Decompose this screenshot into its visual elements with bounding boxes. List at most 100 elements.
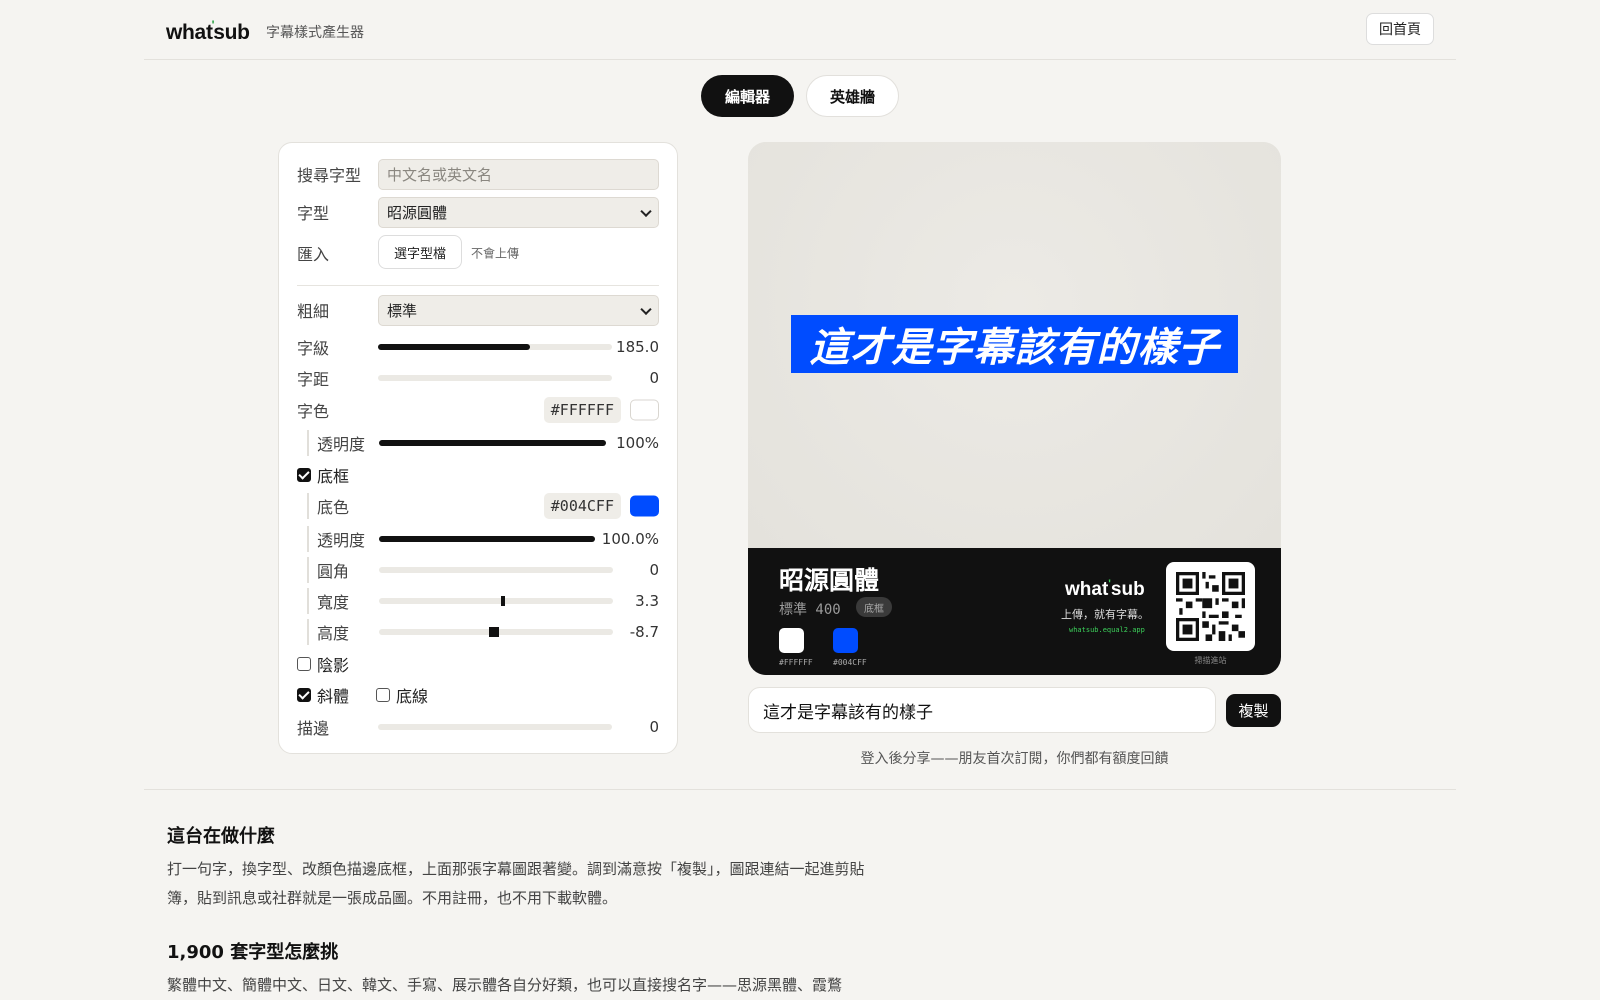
top-header: what'sub 字幕樣式產生器 回首頁 (144, 0, 1456, 60)
font-label: 字型 (297, 204, 330, 223)
indent-bar (307, 430, 309, 456)
search-label: 搜尋字型 (297, 166, 362, 185)
spacing-value: 0 (649, 369, 659, 387)
box-color-hex[interactable]: #004CFF (543, 493, 621, 519)
box-opacity-row: 透明度 100.0% (279, 524, 677, 554)
underline-label: 底線 (396, 687, 429, 706)
width-label: 寬度 (317, 593, 350, 612)
footer-font-name: 昭源圓體 (779, 566, 880, 595)
caption-box: 這才是字幕該有的樣子 (791, 315, 1238, 373)
height-label: 高度 (317, 624, 350, 643)
section-title-fonts: 1,900 套字型怎麼挑 (167, 942, 339, 963)
height-slider[interactable] (379, 627, 613, 637)
indent-bar (307, 526, 309, 552)
search-row: 搜尋字型 (279, 159, 677, 190)
section-body-what: 打一句字，換字型、改顏色描邊底框，上面那張字幕圖跟著變。調到滿意按「複製」，圖跟… (167, 860, 865, 907)
radius-value: 0 (649, 561, 659, 579)
box-row: 底框 (279, 460, 677, 490)
footer-slogan: 上傳，就有字幕。 (1061, 608, 1149, 621)
section-divider (144, 789, 1456, 790)
app-subtitle: 字幕樣式產生器 (266, 25, 364, 41)
brand-text-pre: what (166, 21, 213, 44)
size-row: 字級 185.0 (279, 332, 677, 362)
footer-badge: 底框 (856, 597, 892, 617)
footer-swatch-box-label: #004CFF (833, 658, 867, 667)
brand-logo[interactable]: what'sub (166, 18, 250, 45)
box-color-row: 底色 #004CFF (279, 491, 677, 521)
box-color-swatch[interactable] (630, 495, 659, 517)
home-button[interactable]: 回首頁 (1366, 13, 1434, 45)
brand-text-post: sub (213, 21, 250, 44)
font-select[interactable]: 昭源圓體 (378, 197, 659, 228)
caption-text-input[interactable]: 這才是字幕該有的樣子 (748, 687, 1216, 733)
height-row: 高度 -8.7 (279, 617, 677, 647)
stroke-slider[interactable] (378, 724, 612, 730)
stroke-value: 0 (649, 718, 659, 736)
size-slider[interactable] (378, 344, 612, 350)
radius-row: 圓角 0 (279, 555, 677, 585)
weight-select[interactable]: 標準 (378, 295, 659, 326)
box-color-label: 底色 (317, 498, 350, 517)
shadow-label: 陰影 (317, 656, 350, 675)
box-opacity-value: 100.0% (601, 530, 659, 548)
spacing-slider[interactable] (378, 375, 612, 381)
import-hint: 不會上傳 (471, 246, 520, 261)
style-row: 斜體 底線 (279, 680, 677, 710)
section-title-what: 這台在做什麼 (167, 826, 275, 847)
height-slider-knob[interactable] (488, 627, 499, 637)
indent-bar (307, 588, 309, 614)
box-label: 底框 (317, 467, 350, 486)
footer-url: whatsub.equal2.app (1069, 626, 1145, 634)
width-slider-knob[interactable] (500, 596, 505, 606)
font-row: 字型 昭源圓體 (279, 197, 677, 228)
panel-divider (297, 285, 659, 286)
text-opacity-row: 透明度 100% (279, 428, 677, 458)
copy-button[interactable]: 複製 (1226, 694, 1281, 727)
radius-slider[interactable] (379, 567, 613, 573)
italic-checkbox[interactable] (297, 688, 311, 702)
indent-bar (307, 557, 309, 583)
qr-label: 掃描進站 (1194, 656, 1227, 665)
spacing-row: 字距 0 (279, 363, 677, 393)
box-checkbox[interactable] (297, 468, 311, 482)
footer-swatch-text-label: #FFFFFF (779, 658, 813, 667)
font-search-input[interactable] (378, 159, 659, 190)
text-opacity-slider-fill (379, 440, 606, 446)
footer-brand-pre: what (1065, 579, 1109, 600)
choose-font-file-button[interactable]: 選字型檔 (378, 235, 462, 269)
size-label: 字級 (297, 339, 330, 358)
caption-text: 這才是字幕該有的樣子 (809, 325, 1220, 371)
width-row: 寬度 3.3 (279, 586, 677, 616)
tab-hero-wall[interactable]: 英雄牆 (806, 75, 899, 117)
text-color-label: 字色 (297, 402, 330, 421)
weight-row: 粗細 標準 (279, 295, 677, 326)
text-color-swatch[interactable] (630, 399, 659, 421)
footer-swatch-box (833, 628, 858, 653)
stroke-label: 描邊 (297, 719, 330, 738)
text-color-row: 字色 #FFFFFF (279, 395, 677, 425)
footer-weight: 標準 400 (779, 602, 841, 618)
box-opacity-slider[interactable] (379, 536, 595, 542)
import-label: 匯入 (297, 245, 330, 264)
text-opacity-slider[interactable] (379, 440, 606, 446)
tab-editor[interactable]: 編輯器 (701, 75, 794, 117)
shadow-checkbox[interactable] (297, 657, 311, 671)
qr-code-icon (1166, 562, 1255, 651)
import-row: 匯入 選字型檔 不會上傳 (279, 235, 677, 269)
width-slider[interactable] (379, 596, 613, 606)
indent-bar (307, 619, 309, 645)
subtitle-preview: 這才是字幕該有的樣子 昭源圓體 標準 400 底框 #FFFFFF #004CF… (748, 142, 1281, 675)
shadow-row: 陰影 (279, 649, 677, 679)
underline-checkbox[interactable] (376, 688, 390, 702)
italic-label: 斜體 (317, 687, 350, 706)
box-opacity-slider-fill (379, 536, 595, 542)
width-value: 3.3 (635, 592, 659, 610)
size-slider-fill (378, 344, 531, 350)
footer-brand-post: sub (1110, 579, 1145, 600)
text-color-hex[interactable]: #FFFFFF (543, 397, 621, 423)
indent-bar (307, 493, 309, 519)
radius-label: 圓角 (317, 562, 350, 581)
share-note: 登入後分享——朋友首次訂閱，你們都有額度回饋 (860, 751, 1169, 767)
section-body-fonts: 繁體中文、簡體中文、日文、韓文、手寫、展示體各自分好類，也可以直接搜名字——思源… (167, 976, 843, 994)
preview-background: 這才是字幕該有的樣子 (748, 142, 1281, 548)
